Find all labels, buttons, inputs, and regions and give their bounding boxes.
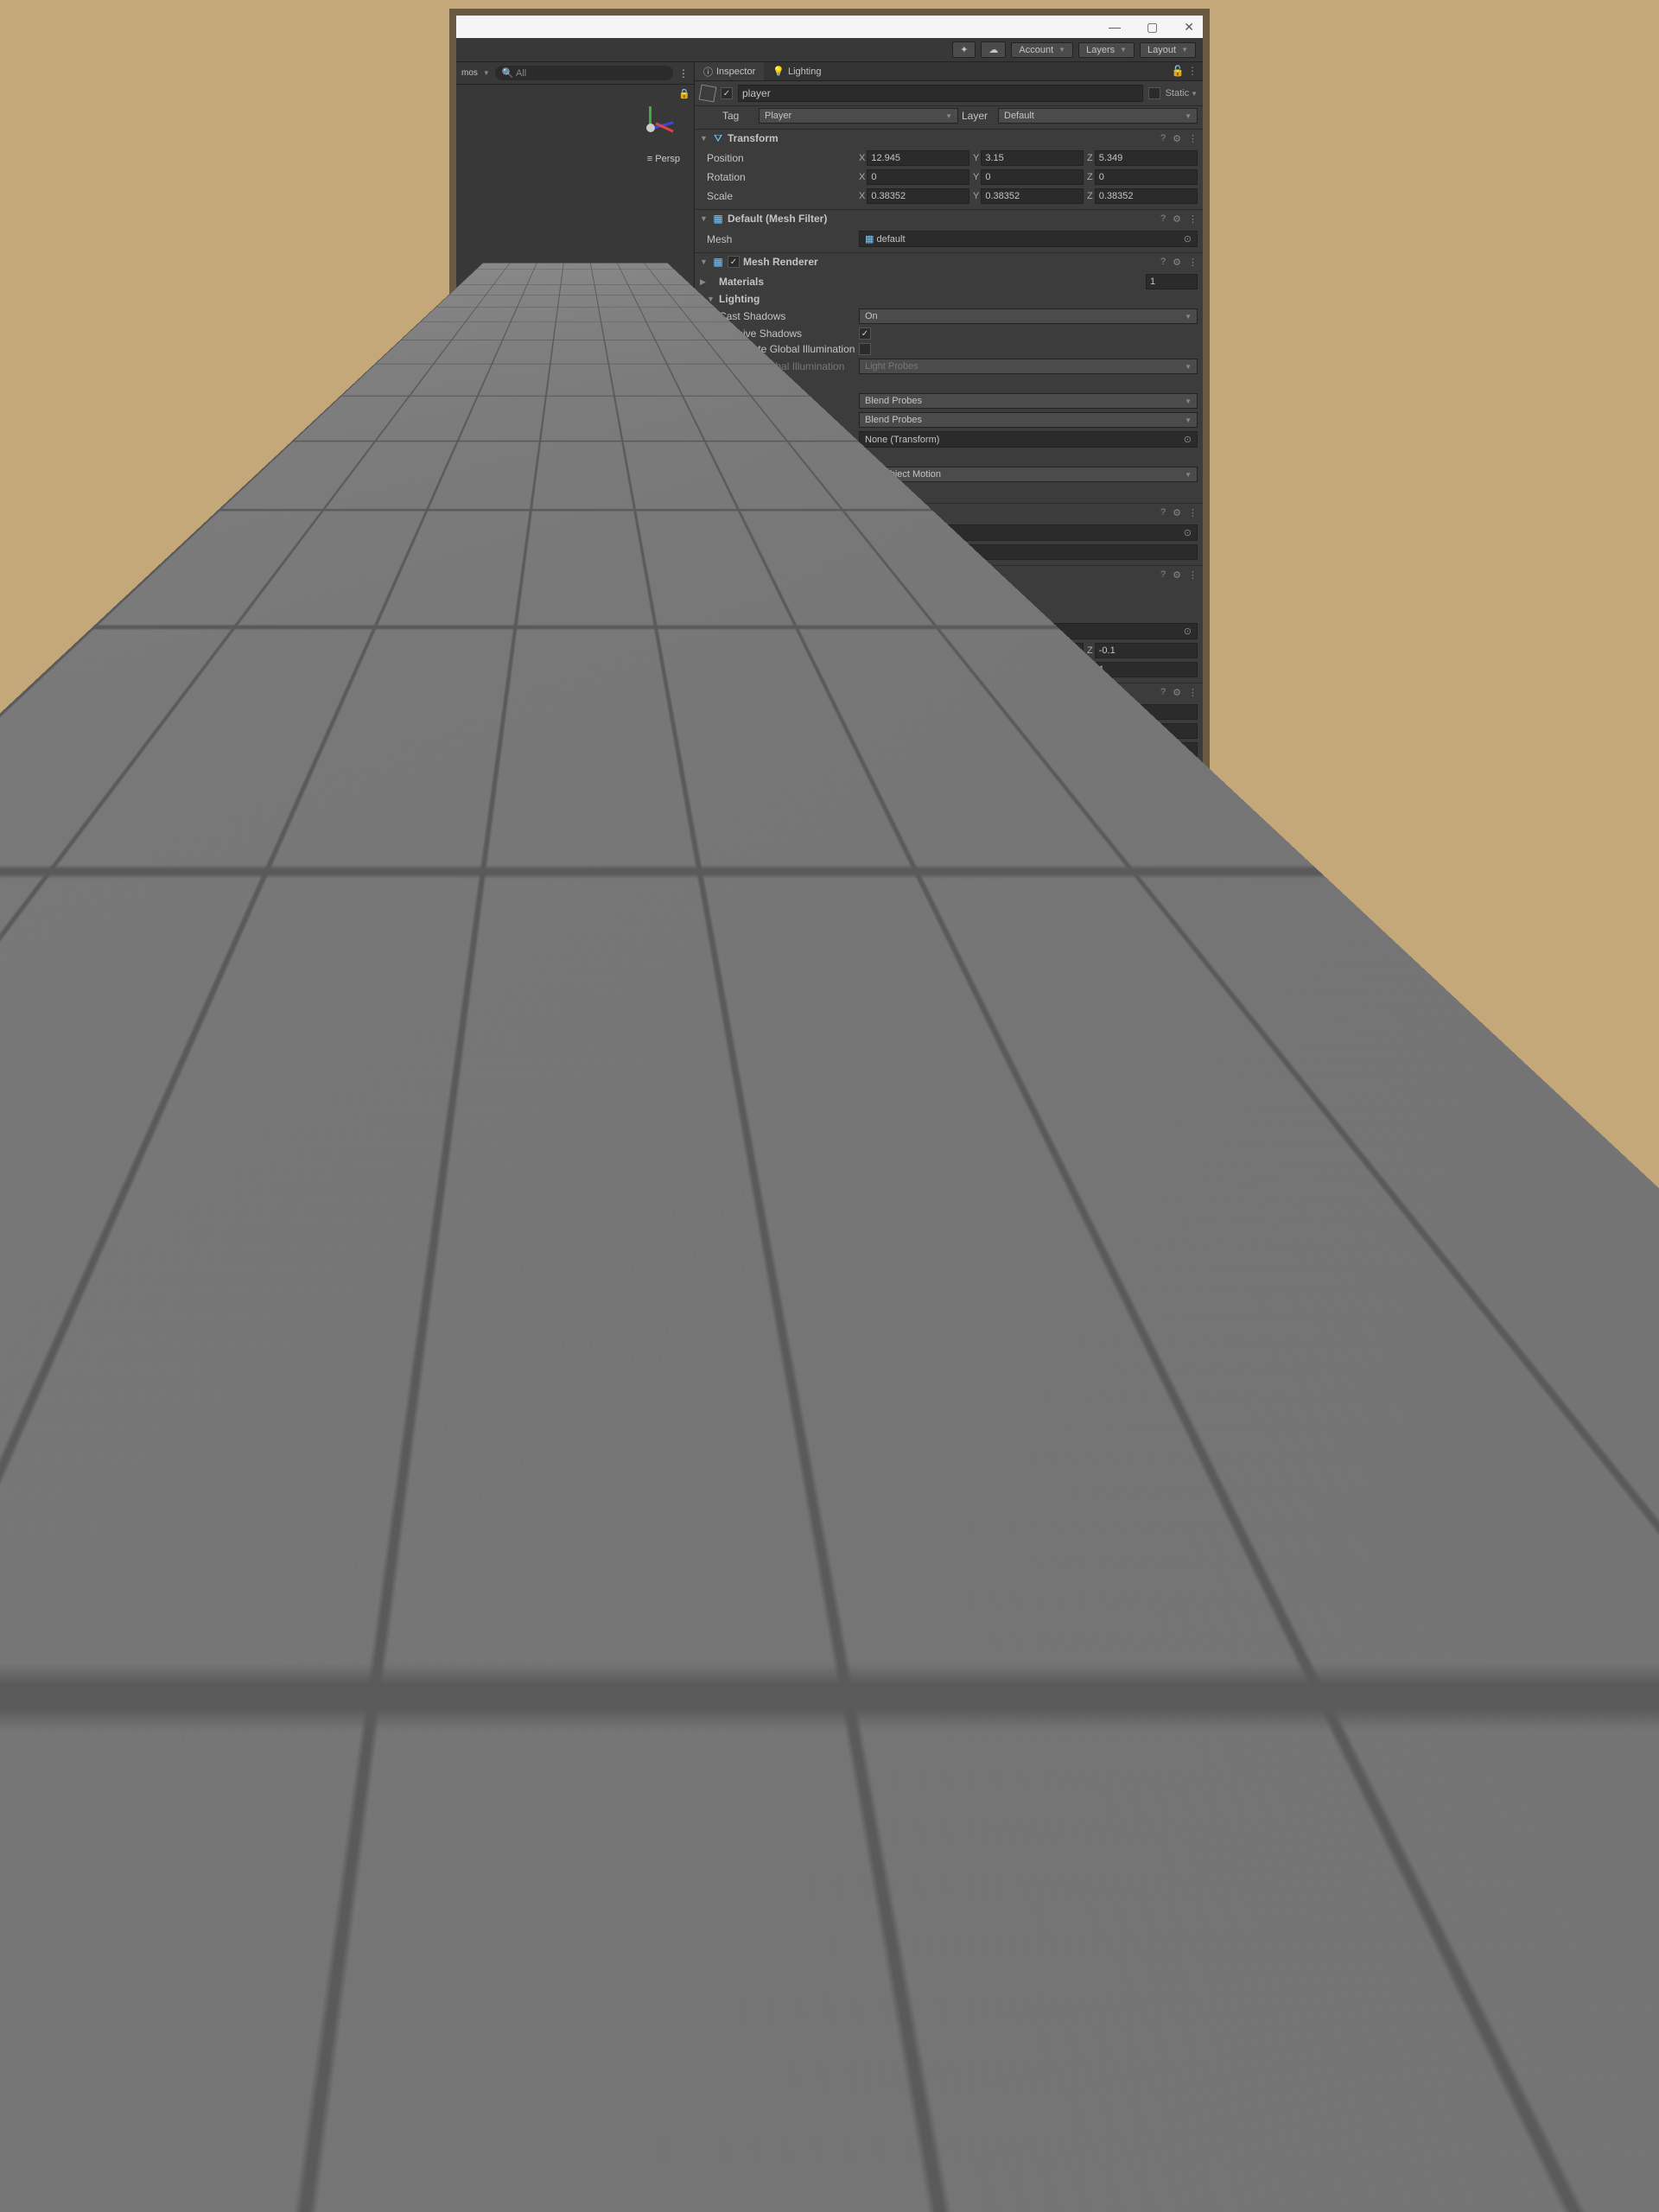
lightprobes-dropdown[interactable]: Blend Probes▼ <box>859 393 1198 409</box>
foldout-icon[interactable]: ▼ <box>700 134 709 143</box>
rot-z[interactable]: 0 <box>1095 169 1198 185</box>
layer-label: Layer <box>962 110 995 122</box>
transform-title: Transform <box>728 132 1157 144</box>
help-icon[interactable]: ? <box>1160 257 1166 268</box>
menu-icon[interactable]: ⋮ <box>1188 133 1198 144</box>
meshfilter-icon: ▦ <box>712 213 724 225</box>
preset-icon[interactable]: ⚙ <box>1173 507 1181 518</box>
menu-icon[interactable]: ⋮ <box>1188 213 1198 225</box>
persp-label[interactable]: ≡ Persp <box>647 154 680 164</box>
menu-icon[interactable]: ⋮ <box>1188 569 1198 581</box>
meshfilter-title: Default (Mesh Filter) <box>728 213 1157 225</box>
scale-x[interactable]: 0.38352 <box>867 188 969 204</box>
renderer-enabled[interactable]: ✓ <box>728 256 740 268</box>
lock-icon[interactable]: 🔒 <box>678 88 690 99</box>
collab-icon[interactable]: ✦ <box>952 41 976 58</box>
inspector-lock-icon[interactable]: 🔓 ⋮ <box>1166 62 1203 80</box>
panel-menu-icon[interactable]: ⋮ <box>678 818 689 830</box>
mesh-field[interactable]: ▦ default⊙ <box>859 231 1198 247</box>
minimize-button[interactable]: — <box>1109 20 1121 34</box>
help-icon[interactable]: ? <box>1160 687 1166 698</box>
help-icon[interactable]: ? <box>1160 507 1166 518</box>
transform-icon: ⛛ <box>712 132 724 144</box>
tab-lighting[interactable]: 💡Lighting <box>764 62 830 80</box>
gizmos-label: mos <box>461 68 478 78</box>
rot-x[interactable]: 0 <box>867 169 969 185</box>
bulb-icon: 💡 <box>772 66 785 77</box>
preset-icon[interactable]: ⚙ <box>1173 569 1181 581</box>
help-icon[interactable]: ? <box>1160 213 1166 225</box>
contribute-gi-checkbox[interactable] <box>859 343 871 355</box>
pos-x[interactable]: 12.945 <box>867 150 969 166</box>
preset-icon[interactable]: ⚙ <box>1173 213 1181 225</box>
object-name-input[interactable]: player <box>738 85 1143 102</box>
anchor-field[interactable]: None (Transform)⊙ <box>859 431 1198 448</box>
maximize-button[interactable]: ▢ <box>1147 20 1158 35</box>
tag-dropdown[interactable]: Player▼ <box>759 108 958 124</box>
pos-z[interactable]: 5.349 <box>1095 150 1198 166</box>
help-icon[interactable]: ? <box>1160 133 1166 144</box>
status-info: i0 <box>616 1099 635 1111</box>
static-checkbox[interactable] <box>1148 87 1160 99</box>
foldout-icon[interactable]: ▼ <box>700 214 709 223</box>
gameobject-icon[interactable] <box>699 85 717 103</box>
layers-dropdown[interactable]: Layers▼ <box>1078 42 1135 58</box>
menu-icon[interactable]: ⋮ <box>1188 257 1198 268</box>
receive-gi-dropdown: Light Probes▼ <box>859 359 1198 374</box>
layout-dropdown[interactable]: Layout▼ <box>1140 42 1196 58</box>
status-warn: ▲0 <box>642 1099 661 1111</box>
cloud-icon[interactable]: ☁ <box>981 41 1006 58</box>
center-z[interactable]: -0.1 <box>1095 643 1198 658</box>
reflprobes-dropdown[interactable]: Blend Probes▼ <box>859 412 1198 428</box>
rot-y[interactable]: 0 <box>981 169 1084 185</box>
active-checkbox[interactable]: ✓ <box>721 87 733 99</box>
preset-icon[interactable]: ⚙ <box>1173 133 1181 144</box>
tag-label: Tag <box>722 110 755 122</box>
receive-shadows-checkbox[interactable]: ✓ <box>859 327 871 340</box>
scene-search[interactable]: 🔍 All <box>495 66 673 80</box>
help-icon[interactable]: ? <box>1160 569 1166 581</box>
close-button[interactable]: ✕ <box>1184 20 1194 35</box>
renderer-icon: ▦ <box>712 256 724 268</box>
layer-dropdown[interactable]: Default▼ <box>998 108 1198 124</box>
size-z[interactable]: 1 <box>1095 662 1198 677</box>
scale-y[interactable]: 0.38352 <box>981 188 1084 204</box>
motion-vectors-dropdown[interactable]: Per Object Motion▼ <box>859 467 1198 482</box>
materials-count[interactable]: 1 <box>1146 274 1198 289</box>
main-toolbar: ✦ ☁ Account▼ Layers▼ Layout▼ <box>456 38 1203 62</box>
pos-y[interactable]: 3.15 <box>981 150 1084 166</box>
titlebar: — ▢ ✕ <box>456 16 1203 38</box>
account-dropdown[interactable]: Account▼ <box>1011 42 1073 58</box>
tab-inspector[interactable]: ⓘInspector <box>695 62 764 80</box>
status-error: !0 <box>668 1099 687 1111</box>
scene-viewport[interactable]: 🔒 ≡ Persp <box>456 85 694 814</box>
preset-icon[interactable]: ⚙ <box>1173 687 1181 698</box>
foldout-icon[interactable]: ▼ <box>700 257 709 266</box>
preset-icon[interactable]: ⚙ <box>1173 257 1181 268</box>
scene-menu-icon[interactable]: ⋮ <box>678 67 689 79</box>
orientation-gizmo[interactable] <box>625 102 677 154</box>
scale-z[interactable]: 0.38352 <box>1095 188 1198 204</box>
info-icon: ⓘ <box>703 65 713 79</box>
static-dropdown[interactable]: Static▼ <box>1166 88 1198 99</box>
renderer-title: Mesh Renderer <box>743 256 1157 268</box>
menu-icon[interactable]: ⋮ <box>1188 507 1198 518</box>
cast-shadows-dropdown[interactable]: On▼ <box>859 308 1198 324</box>
menu-icon[interactable]: ⋮ <box>1188 687 1198 698</box>
